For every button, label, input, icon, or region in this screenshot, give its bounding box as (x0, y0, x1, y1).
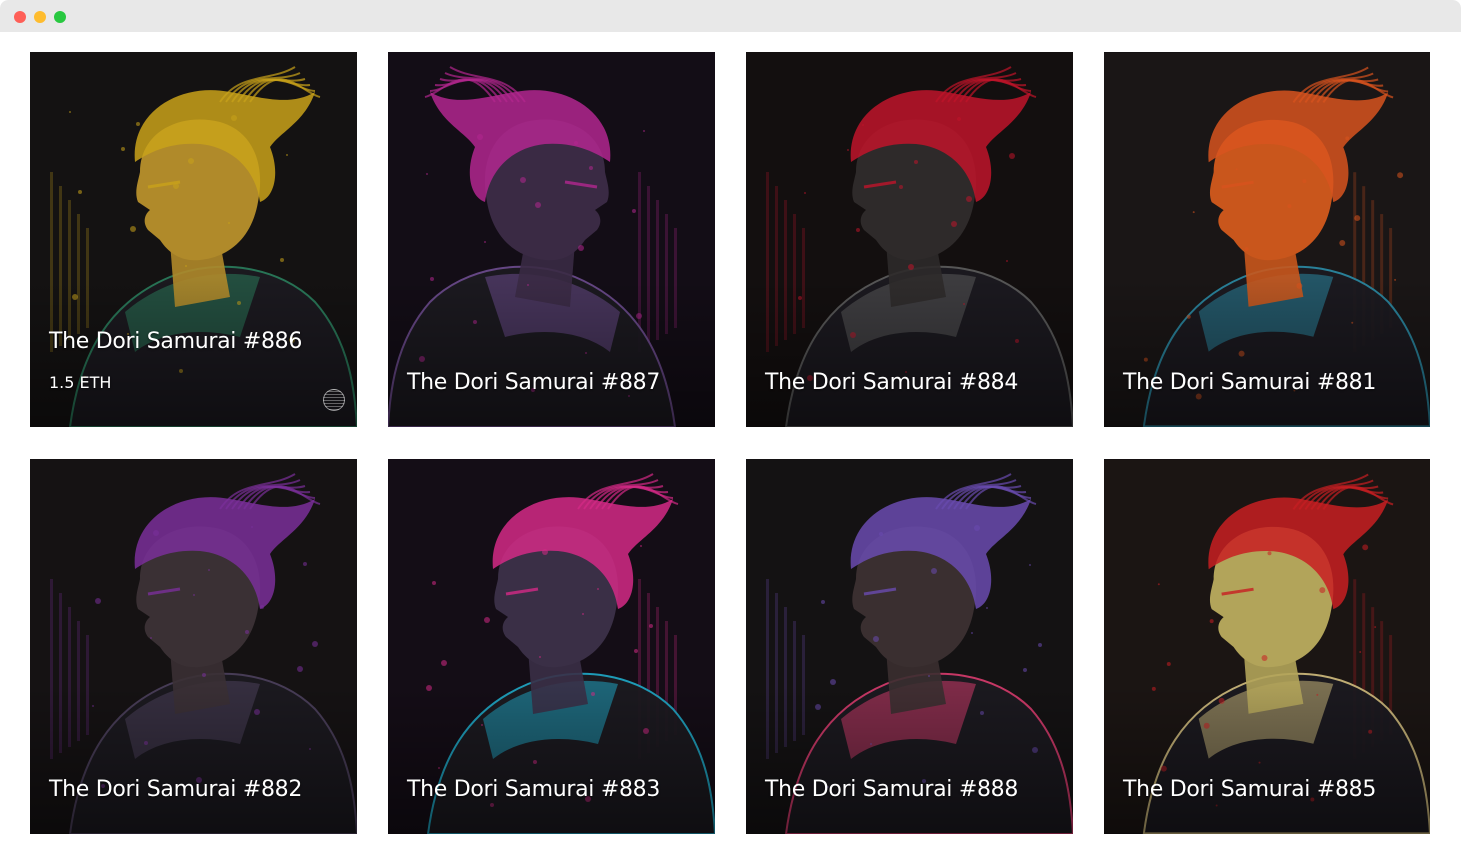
nft-card[interactable]: The Dori Samurai #884 (746, 52, 1073, 427)
nft-card-title: The Dori Samurai #887 (407, 370, 661, 395)
nft-card-title: The Dori Samurai #888 (765, 777, 1019, 802)
nft-card[interactable]: The Dori Samurai #882 (30, 459, 357, 834)
nft-card[interactable]: The Dori Samurai #888 (746, 459, 1073, 834)
nft-card-title: The Dori Samurai #885 (1123, 777, 1377, 802)
nft-card-title: The Dori Samurai #882 (49, 777, 303, 802)
minimize-window-button[interactable] (34, 11, 46, 23)
nft-card[interactable]: The Dori Samurai #883 (388, 459, 715, 834)
eth-icon (323, 389, 345, 411)
nft-card-title: The Dori Samurai #883 (407, 777, 661, 802)
nft-card-title: The Dori Samurai #884 (765, 370, 1019, 395)
nft-card[interactable]: The Dori Samurai #881 (1104, 52, 1430, 427)
nft-card-title: The Dori Samurai #881 (1123, 370, 1377, 395)
browser-window: The Dori Samurai #886 1.5 ETH The Dori S… (0, 0, 1461, 859)
window-titlebar (0, 0, 1461, 32)
nft-card[interactable]: The Dori Samurai #885 (1104, 459, 1430, 834)
close-window-button[interactable] (14, 11, 26, 23)
maximize-window-button[interactable] (54, 11, 66, 23)
nft-card[interactable]: The Dori Samurai #887 (388, 52, 715, 427)
nft-card-title: The Dori Samurai #886 (49, 329, 303, 354)
nft-gallery-grid: The Dori Samurai #886 1.5 ETH The Dori S… (30, 52, 1430, 834)
nft-card-price: 1.5 ETH (49, 373, 112, 392)
nft-card[interactable]: The Dori Samurai #886 1.5 ETH (30, 52, 357, 427)
